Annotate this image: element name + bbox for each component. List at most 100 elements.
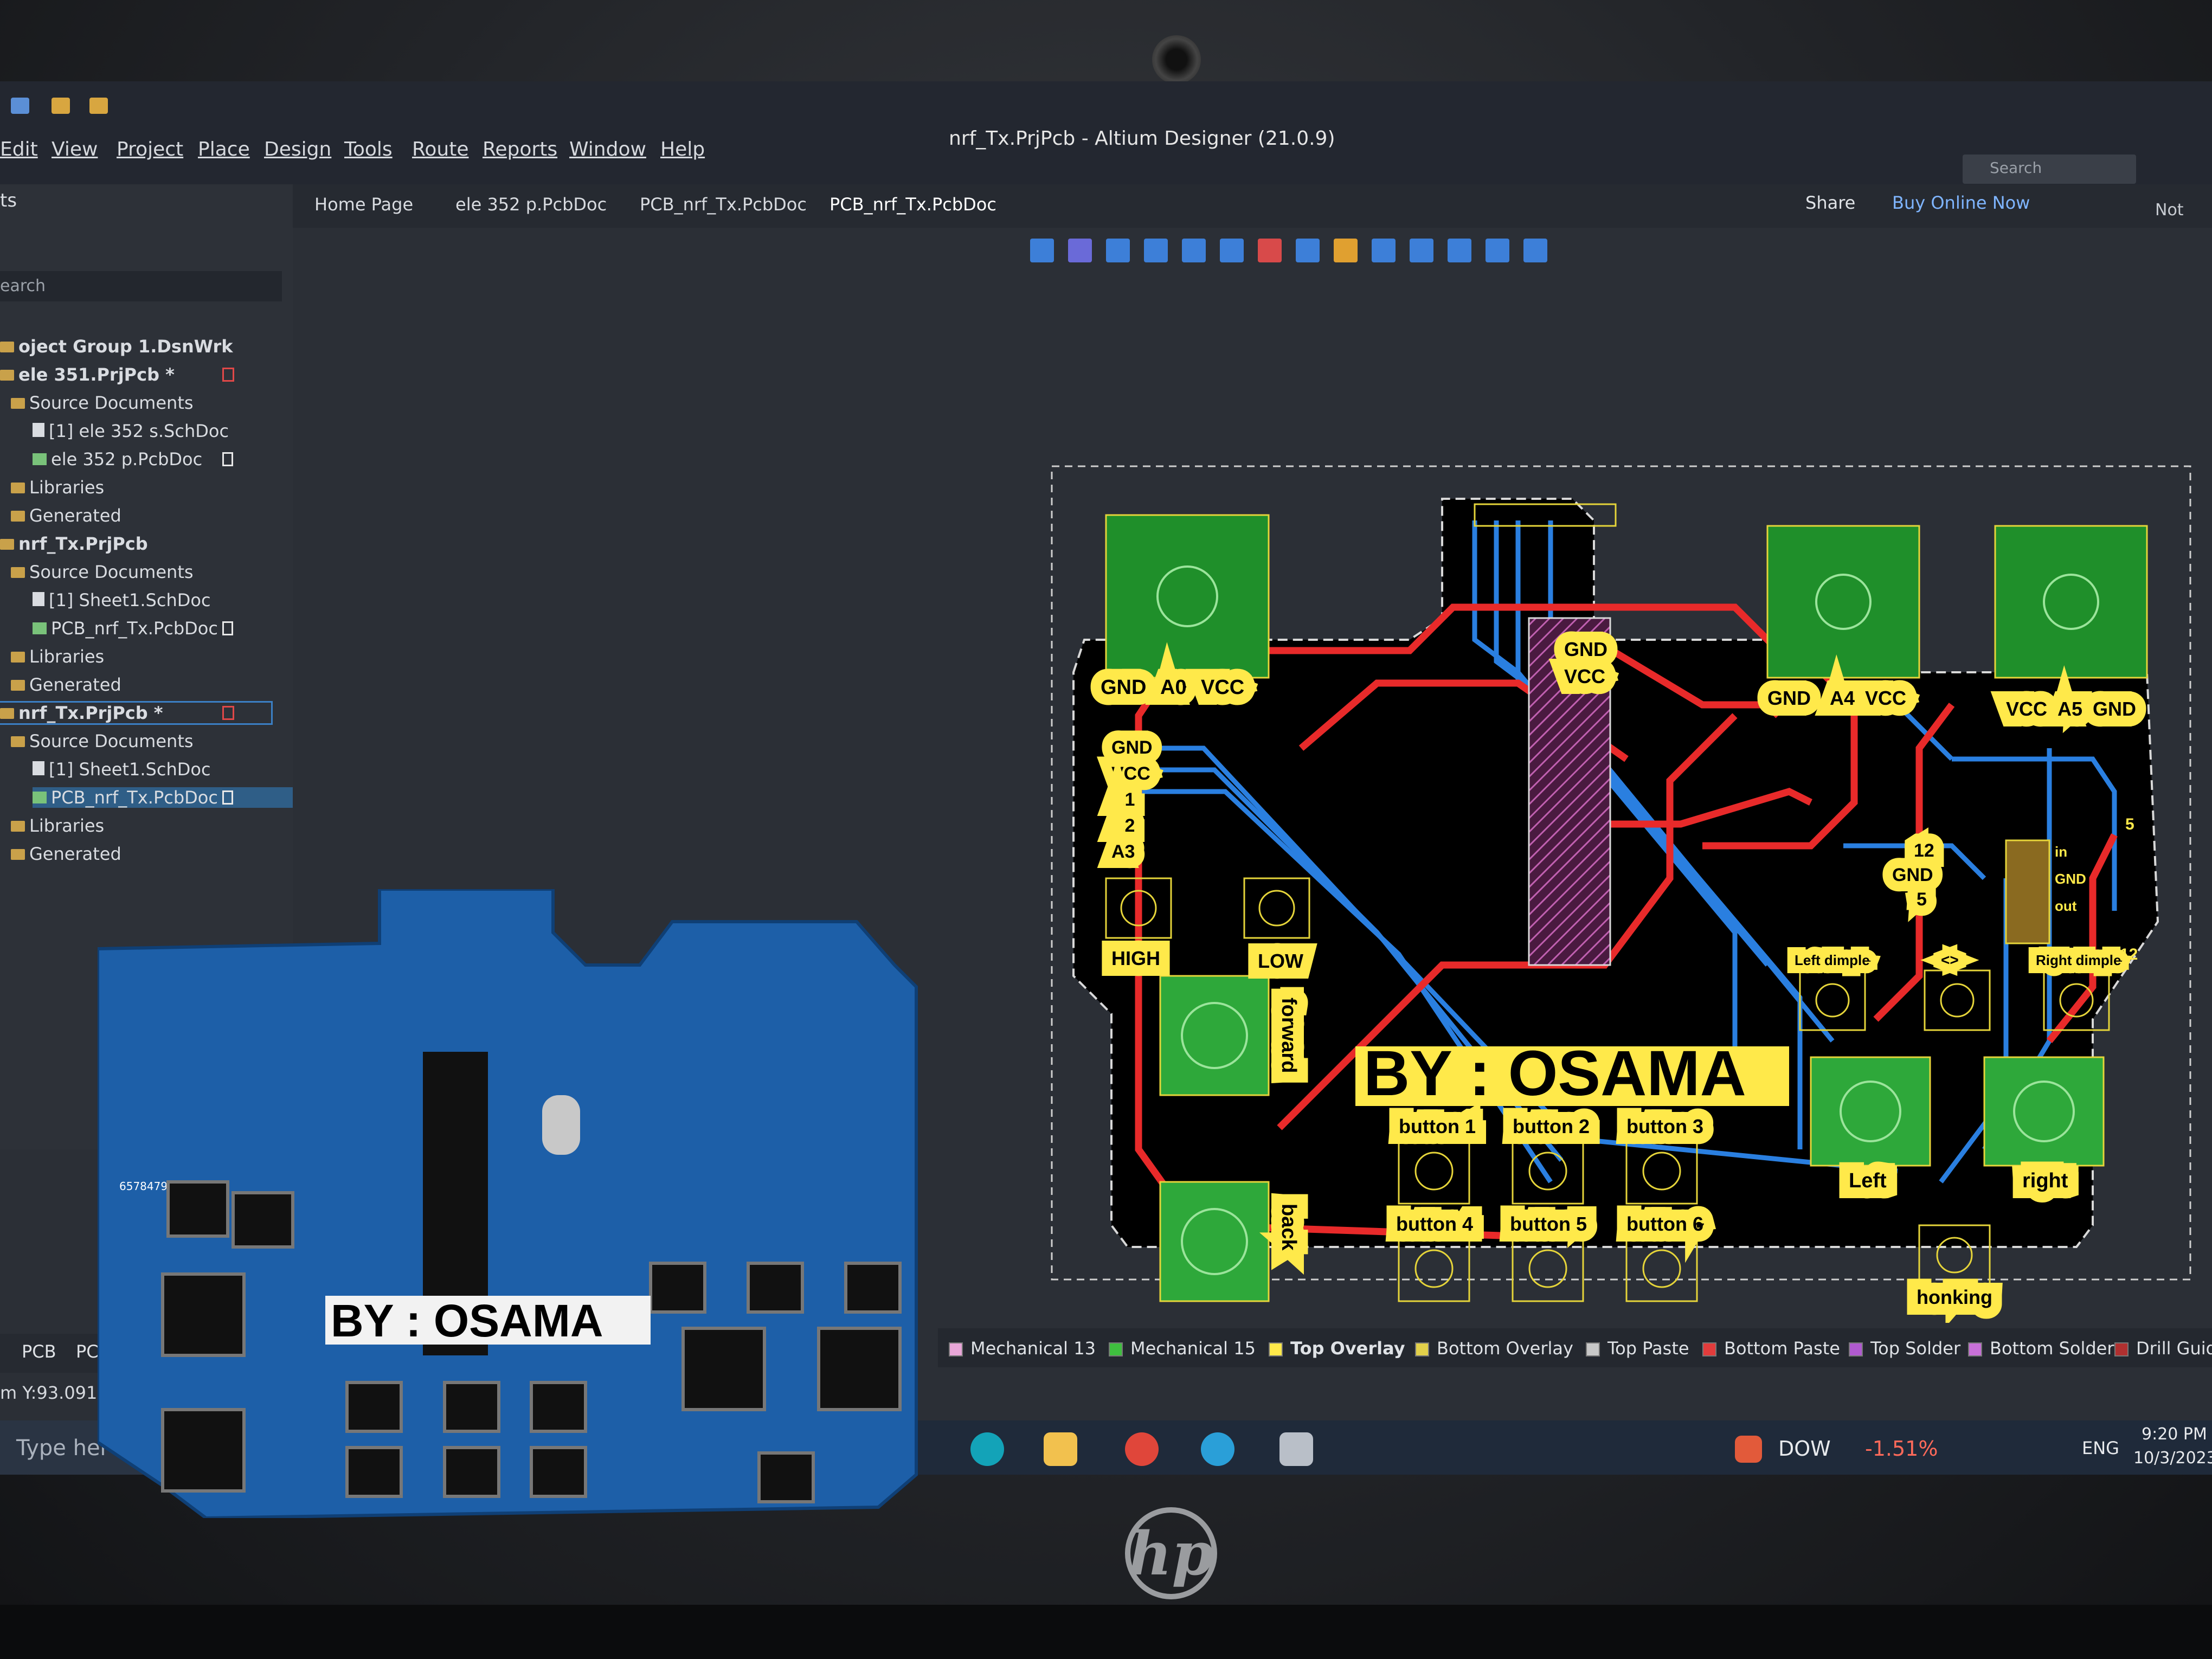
tree-item[interactable]: Source Documents [11,562,194,582]
pcb-layout[interactable]: BY : OSAMA GND A0 VCC GND A4 VCC VCC A5 … [1030,336,2212,1323]
layer-mechanical-15[interactable]: Mechanical 15 [1109,1338,1256,1359]
file-explorer-icon[interactable] [1044,1432,1077,1466]
region-icon[interactable] [1410,239,1433,262]
layer-top-paste[interactable]: Top Paste [1586,1338,1689,1359]
dimension-icon[interactable] [1448,239,1471,262]
select-icon[interactable] [1144,239,1168,262]
document-icon [222,452,233,466]
menu-route[interactable]: Route [412,138,469,160]
back-button-pad[interactable] [1159,1181,1270,1302]
menu-view[interactable]: View [52,138,98,160]
right-header-gnd: GND [2093,698,2136,720]
tree-item-label: [1] ele 352 s.SchDoc [49,421,229,441]
tree-item[interactable]: Source Documents [11,731,194,751]
mid-header-vcc: VCC [1865,687,1906,709]
pin-a3: A3 [1111,841,1135,862]
tree-item[interactable]: [1] Sheet1.SchDoc [33,590,211,610]
clock-time[interactable]: 9:20 PM [2142,1425,2207,1444]
buy-online-button[interactable]: Buy Online Now [1892,192,2030,213]
share-button[interactable]: Share [1805,192,1855,213]
tree-item-label: PCB_nrf_Tx.PcbDoc [51,787,218,808]
component-icon[interactable] [1220,239,1244,262]
tree-item[interactable]: Libraries [11,815,104,836]
document-icon [222,790,233,805]
tree-item[interactable]: Libraries [11,646,104,667]
menu-window[interactable]: Window [569,138,646,160]
layer-drill-guide[interactable]: Drill Guide [2114,1338,2212,1359]
global-search[interactable]: Search [1963,155,2136,184]
clock-date[interactable]: 10/3/2023 [2133,1449,2212,1468]
tree-item[interactable]: Generated [11,674,121,695]
layer-bottom-overlay[interactable]: Bottom Overlay [1415,1338,1573,1359]
language-indicator[interactable]: ENG [2082,1438,2119,1458]
center-pin-vcc: VCC [1564,665,1605,687]
tree-item[interactable]: Libraries [11,477,104,498]
menu-place[interactable]: Place [198,138,250,160]
save-icon[interactable] [11,98,29,114]
tree-item[interactable]: ele 352 p.PcbDoc [33,449,202,470]
menu-edit[interactable]: Edit [0,138,38,160]
joystick-pad-right[interactable] [1994,525,2148,679]
folder-icon [11,849,25,860]
user-status[interactable]: Not [2155,201,2184,220]
tree-item[interactable]: ele 351.PrjPcb * [0,364,175,385]
panel-search[interactable]: earch [0,271,282,301]
layer-top-solder[interactable]: Top Solder [1849,1338,1960,1359]
left-header-a0: A0 [1160,676,1187,699]
tab-pcb-nrf-tx-2[interactable]: PCB_nrf_Tx.PcbDoc [829,194,996,215]
layer-bottom-paste[interactable]: Bottom Paste [1702,1338,1840,1359]
tree-item[interactable]: nrf_Tx.PrjPcb [0,533,148,554]
track-icon[interactable] [1258,239,1282,262]
pin-a1: A1 [1111,789,1135,810]
tab-pcb-nrf-tx-1[interactable]: PCB_nrf_Tx.PcbDoc [640,194,807,215]
tab-ele-352-pcb[interactable]: ele 352 p.PcbDoc [455,194,607,215]
tab-home-page[interactable]: Home Page [314,194,413,215]
tree-item[interactable]: oject Group 1.DsnWrk [0,336,233,357]
line-icon[interactable] [1523,239,1547,262]
via-icon[interactable] [1334,239,1358,262]
tree-item-label: nrf_Tx.PrjPcb [18,533,148,554]
menu-help[interactable]: Help [660,138,705,160]
open-project-icon[interactable] [89,98,108,114]
menu-reports[interactable]: Reports [483,138,557,160]
fill-icon[interactable] [1372,239,1396,262]
pin-vcc: VCC [1111,763,1150,784]
tree-item-label: oject Group 1.DsnWrk [18,336,233,357]
arc-icon[interactable] [1296,239,1320,262]
left-header-vcc: VCC [1201,676,1244,699]
open-folder-icon[interactable] [52,98,70,114]
forward-button-pad[interactable] [1159,975,1270,1096]
tree-item[interactable]: [1] Sheet1.SchDoc [33,759,211,780]
layer-top-overlay[interactable]: Top Overlay [1269,1338,1405,1359]
tree-item-label: [1] Sheet1.SchDoc [49,590,211,610]
tree-item-label: PCB_nrf_Tx.PcbDoc [51,618,218,639]
altium-icon[interactable] [1279,1432,1313,1466]
joystick-pad-left[interactable] [1105,514,1270,679]
regulator-footprint[interactable] [2005,839,2050,944]
reg-pin-5: 5 [1917,889,1927,910]
joystick-pad-mid[interactable] [1766,525,1920,679]
filter-icon[interactable] [1030,239,1054,262]
tree-item[interactable]: PCB_nrf_Tx.PcbDoc [33,618,218,639]
tab-pcb[interactable]: PCB [22,1341,56,1362]
right-button-pad[interactable] [1983,1056,2105,1167]
label-forward: forward [1277,998,1300,1073]
menu-tools[interactable]: Tools [344,138,393,160]
align-icon[interactable] [1182,239,1206,262]
tree-item[interactable]: Generated [11,844,121,864]
folder-icon [11,821,25,832]
layer-bottom-solder[interactable]: Bottom Solder [1968,1338,2114,1359]
tree-item[interactable]: Source Documents [11,393,194,413]
route-icon[interactable] [1068,239,1092,262]
tree-item[interactable]: Generated [11,505,121,526]
menu-design[interactable]: Design [264,138,331,160]
tree-item-label: Libraries [29,477,105,498]
chrome-icon[interactable] [1125,1432,1159,1466]
tree-item[interactable]: PCB_nrf_Tx.PcbDoc [33,787,304,808]
text-icon[interactable] [1486,239,1509,262]
menu-project[interactable]: Project [117,138,183,160]
left-button-pad[interactable] [1810,1056,1931,1167]
edge-icon[interactable] [1201,1432,1234,1466]
add-icon[interactable] [1106,239,1130,262]
tree-item[interactable]: [1] ele 352 s.SchDoc [33,421,229,441]
